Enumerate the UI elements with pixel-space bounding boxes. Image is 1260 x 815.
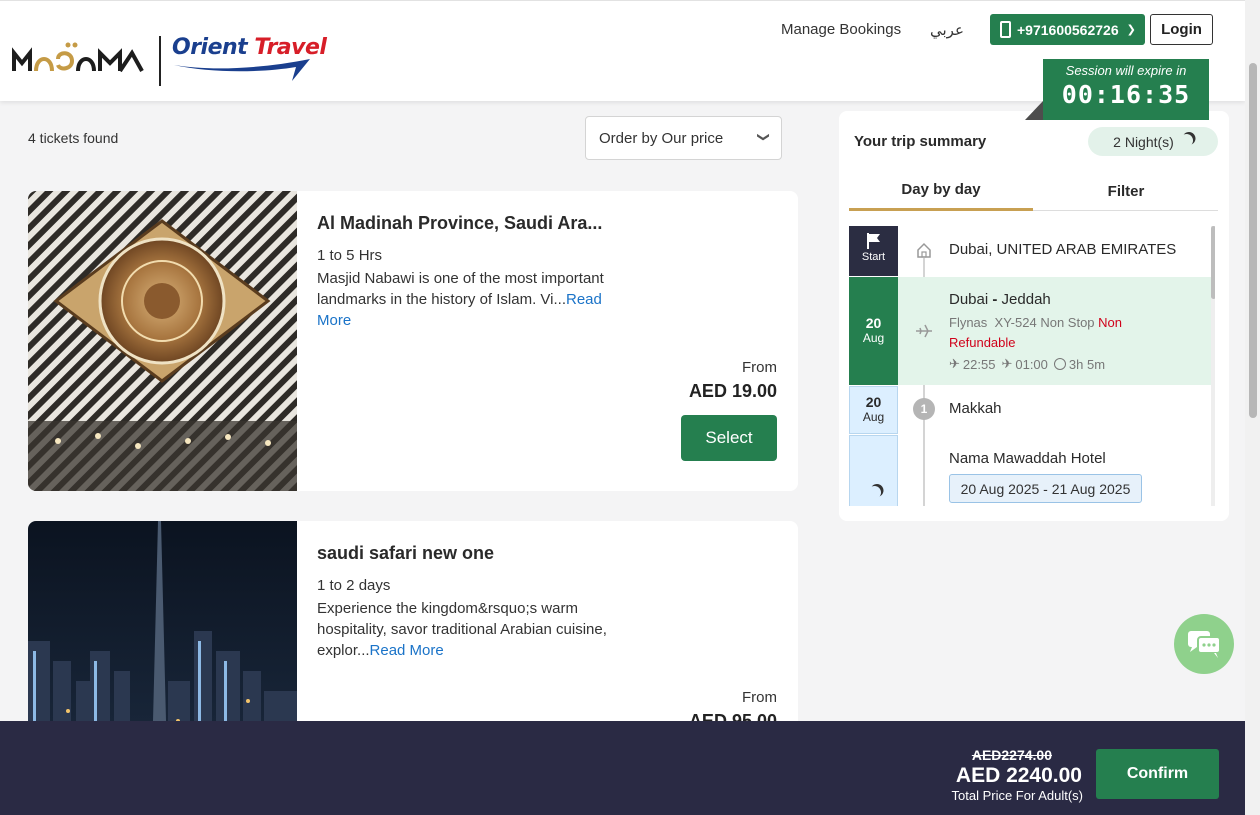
nights-count: 2 Night(s) (1113, 133, 1174, 150)
plane-icon (916, 324, 932, 338)
city-name: Makkah (949, 400, 1002, 417)
sort-select-value: Order by Our price (599, 129, 724, 147)
ticket-title[interactable]: saudi safari new one (317, 543, 494, 564)
maqam-logo[interactable] (12, 39, 148, 79)
session-ribbon-fold (1025, 101, 1043, 120)
hotel-name: Nama Mawaddah Hotel (949, 450, 1106, 467)
phone-icon (1000, 21, 1011, 38)
hotel-date-range: 20 Aug 2025 - 21 Aug 2025 (949, 474, 1142, 503)
price-from-label: From (742, 359, 777, 376)
city-day: 20 (865, 394, 882, 410)
timeline-scrollbar[interactable] (1211, 226, 1215, 506)
confirm-button[interactable]: Confirm (1096, 749, 1219, 799)
ticket-duration: 1 to 5 Hrs (317, 247, 383, 264)
flight-carrier: Flynas (949, 315, 988, 330)
ticket-card: Al Madinah Province, Saudi Ara... 1 to 5… (28, 191, 798, 491)
start-location: Dubai, UNITED ARAB EMIRATES (949, 241, 1177, 258)
city-month: Aug (862, 410, 885, 424)
flight-route: Dubai - Jeddah (949, 291, 1051, 308)
hotel-night-cell (849, 435, 898, 506)
login-button[interactable]: Login (1150, 14, 1213, 45)
page-scrollbar-thumb[interactable] (1249, 63, 1257, 418)
logo-divider (159, 36, 161, 86)
swoosh-icon (174, 59, 310, 81)
summary-tabs: Day by day Filter (849, 171, 1218, 211)
trip-summary-panel: Your trip summary 2 Night(s) Day by day … (839, 111, 1229, 521)
maqam-logo-icon (12, 42, 144, 73)
chevron-down-icon: ❯ (1126, 24, 1136, 36)
moon-icon (866, 484, 883, 501)
page-scrollbar[interactable] (1245, 0, 1260, 815)
language-toggle[interactable]: عربي (930, 21, 964, 39)
flight-number: XY-524 (994, 315, 1037, 330)
session-timer-box: Session will expire in 00:16:35 (1043, 59, 1209, 120)
price-footer: AED2274.00 AED 2240.00 Total Price For A… (0, 721, 1245, 815)
home-icon (916, 242, 932, 258)
ticket-description: Masjid Nabawi is one of the most importa… (317, 268, 617, 331)
clock-icon (1053, 358, 1066, 370)
tickets-count: 4 tickets found (28, 130, 119, 146)
ticket-description: Experience the kingdom&rsquo;s warm hosp… (317, 598, 617, 661)
depart-time: 22:55 (962, 356, 996, 372)
route-separator: - (988, 291, 1002, 308)
timeline-scrollbar-thumb[interactable] (1211, 226, 1215, 299)
start-cell: Start (849, 226, 898, 276)
flight-date-cell: 20 Aug (849, 277, 898, 385)
phone-dropdown[interactable]: +971600562726 ❯ (990, 14, 1145, 45)
session-label: Session will expire in (1065, 63, 1187, 78)
flight-details: Flynas XY-524 Non Stop Non Refundable (949, 313, 1189, 353)
tab-filter[interactable]: Filter (1034, 171, 1218, 211)
orient-travel-logo[interactable]: Orient Travel (170, 35, 327, 85)
nights-badge: 2 Night(s) (1088, 127, 1218, 156)
ticket-title[interactable]: Al Madinah Province, Saudi Ara... (317, 213, 602, 234)
ticket-price: AED 19.00 (688, 381, 777, 401)
manage-bookings-link[interactable]: Manage Bookings (781, 21, 901, 38)
select-ticket-button[interactable]: Select (681, 415, 777, 461)
session-countdown: 00:16:35 (1061, 80, 1191, 109)
flag-icon (866, 233, 880, 249)
ticket-duration: 1 to 2 days (317, 577, 391, 594)
chat-bubble-icon (1188, 631, 1221, 658)
sort-select[interactable]: Order by Our price ❯ (585, 116, 782, 160)
mosque-dome-image (28, 191, 297, 491)
start-label: Start (861, 251, 886, 263)
flight-origin: Dubai (949, 291, 989, 308)
ticket-description-text: Experience the kingdom&rsquo;s warm hosp… (317, 600, 607, 659)
landing-icon: ✈ (1001, 356, 1013, 371)
total-price: AED 2240.00 (955, 764, 1082, 787)
chevron-down-icon: ❯ (756, 131, 771, 143)
flight-day: 20 (865, 315, 882, 331)
chat-button[interactable] (1174, 614, 1234, 674)
price-note: Total Price For Adult(s) (951, 788, 1084, 803)
original-price: AED2274.00 (971, 747, 1052, 763)
city-index-badge: 1 (913, 398, 935, 420)
phone-number: +971600562726 (1017, 21, 1119, 38)
trip-summary-title: Your trip summary (854, 133, 987, 150)
flight-duration: 3h 5m (1068, 356, 1106, 372)
ticket-description-text: Masjid Nabawi is one of the most importa… (317, 270, 604, 308)
flight-destination: Jeddah (1001, 291, 1051, 308)
itinerary-timeline: Start Dubai, UNITED ARAB EMIRATES 20 Aug… (849, 226, 1215, 506)
price-from-label: From (742, 689, 777, 706)
tab-day-by-day[interactable]: Day by day (849, 171, 1033, 211)
flight-stops: Non Stop (1040, 315, 1095, 330)
city-date-cell: 20 Aug (849, 386, 898, 434)
read-more-link[interactable]: Read More (370, 642, 444, 659)
flight-month: Aug (862, 331, 885, 345)
takeoff-icon: ✈ (949, 356, 960, 371)
flight-times: ✈ 22:55 ✈ 01:00 3h 5m (949, 356, 1105, 372)
moon-icon (1178, 132, 1195, 149)
arrive-time: 01:00 (1015, 356, 1048, 372)
